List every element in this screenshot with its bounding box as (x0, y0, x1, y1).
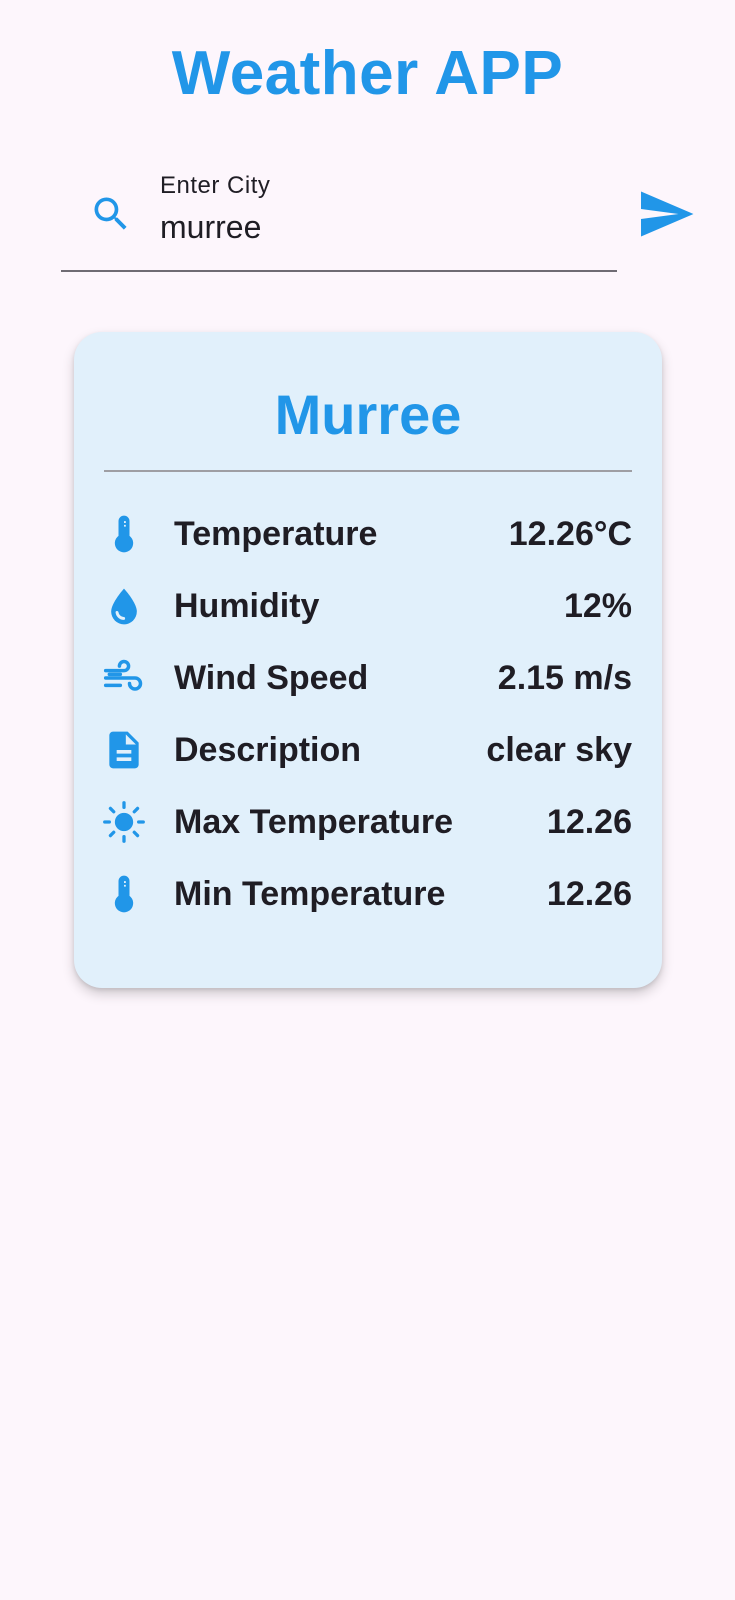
city-search-field[interactable]: Enter City (61, 160, 617, 272)
city-field-label: Enter City (160, 172, 271, 199)
thermometer-icon (114, 515, 134, 553)
max-temperature-value: 12.26 (546, 803, 632, 841)
document-icon (109, 731, 139, 769)
temperature-label: Temperature (174, 515, 378, 553)
wind-speed-row: Wind Speed 2.15 m/s (102, 648, 632, 708)
min-temperature-row: Min Temperature 12.26 (102, 864, 632, 924)
search-icon (94, 197, 127, 230)
wind-icon (103, 659, 143, 691)
wind-speed-label: Wind Speed (174, 659, 369, 697)
sun-icon (103, 801, 145, 843)
weather-card: Murree Temperature 12.26°C Humidity 12% … (74, 332, 662, 988)
wind-speed-value: 2.15 m/s (497, 659, 632, 697)
send-icon[interactable] (636, 184, 696, 244)
app-title: Weather APP (171, 39, 564, 108)
water-drop-icon (111, 588, 137, 625)
humidity-value: 12% (563, 587, 632, 625)
city-input[interactable] (160, 205, 580, 249)
city-name: Murree (274, 383, 462, 446)
max-temperature-row: Max Temperature 12.26 (102, 792, 632, 852)
card-divider (104, 470, 632, 472)
humidity-label: Humidity (174, 587, 320, 625)
description-label: Description (174, 731, 362, 769)
temperature-row: Temperature 12.26°C (102, 504, 632, 564)
min-temperature-value: 12.26 (546, 875, 632, 913)
description-row: Description clear sky (102, 720, 632, 780)
max-temperature-label: Max Temperature (174, 803, 454, 841)
temperature-value: 12.26°C (508, 515, 632, 553)
min-temperature-label: Min Temperature (174, 875, 446, 913)
humidity-row: Humidity 12% (102, 576, 632, 636)
thermometer-icon (114, 875, 134, 913)
description-value: clear sky (486, 731, 632, 769)
